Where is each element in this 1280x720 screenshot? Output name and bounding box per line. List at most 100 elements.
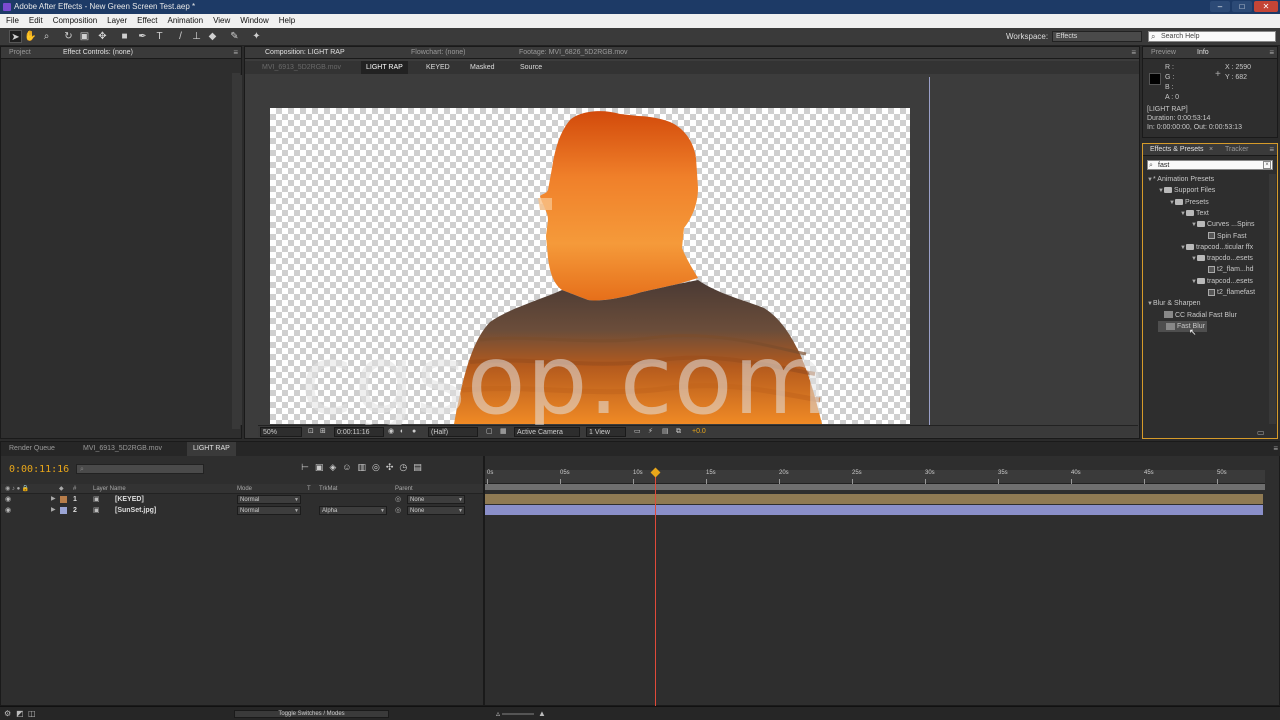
frame-blending-icon[interactable]: ▥ [357,462,366,473]
tab-composition[interactable]: Composition: LIGHT RAP [261,47,349,59]
tab-effects-presets[interactable]: Effects & Presets [1146,144,1208,156]
time-ruler[interactable]: 0s 05s 10s 15s 20s 25s 30s 35s 40s 45s 50s [485,470,1265,484]
menu-help[interactable]: Help [279,14,295,28]
flow-tab-light-rap[interactable]: LIGHT RAP [361,61,408,74]
shy-icon[interactable]: ☺ [342,462,351,473]
tab-render-queue[interactable]: Render Queue [3,442,61,456]
layer-mode-select[interactable]: Normal [237,506,301,515]
zoom-slider[interactable] [502,713,534,715]
eraser-tool-icon[interactable]: ◆ [206,30,219,43]
menu-composition[interactable]: Composition [53,14,97,28]
tab-project[interactable]: Project [5,47,35,59]
timeline-search-input[interactable]: ⌕ [76,464,204,474]
effects-tree-item[interactable]: ▼ trapcod...esets [1191,276,1253,287]
col-layer-name[interactable]: Layer Name [93,484,126,494]
grid-icon[interactable]: ⊞ [320,426,326,438]
layer-row-2[interactable]: ◉ ▶ 2 ▣ [SunSet.jpg] Normal Alpha ◎ None [1,505,483,516]
brainstorm-icon[interactable]: ✣ [386,462,394,473]
layer-1-duration-bar[interactable] [485,494,1263,504]
transparency-grid-icon[interactable]: ▦ [500,426,507,438]
info-panel-menu-icon[interactable]: ≡ [1269,47,1274,59]
effects-panel-menu-icon[interactable]: ≡ [1269,144,1274,156]
label-swatch[interactable] [60,496,67,503]
expand-icon[interactable]: ◩ [16,707,24,720]
draft-3d-icon[interactable]: ◈ [329,462,336,473]
snapshot-icon[interactable]: ◉ [388,426,394,438]
flow-tab-masked[interactable]: Masked [465,61,500,74]
safe-zones-icon[interactable]: ⊡ [308,426,314,438]
menu-layer[interactable]: Layer [107,14,127,28]
pick-whip-icon[interactable]: ◎ [395,505,401,516]
clear-search-icon[interactable]: × [1263,161,1271,169]
motion-blur-icon[interactable]: ◎ [372,462,380,473]
timeline-icon[interactable]: ▤ [662,426,669,438]
layer-name[interactable]: [KEYED] [115,494,144,505]
color-channel-icon[interactable]: ● [412,426,416,438]
close-button[interactable]: ✕ [1254,1,1278,12]
zoom-select[interactable]: 50% [260,427,302,437]
layer-parent-select[interactable]: None [407,495,465,504]
effects-scrollbar[interactable] [1269,174,1276,424]
layer-mode-select[interactable]: Normal [237,495,301,504]
layer-trkmat-select[interactable]: Alpha [319,506,387,515]
effects-tree-item[interactable]: Spin Fast [1202,231,1247,242]
effects-tree-item[interactable]: ▼ Presets [1169,197,1209,208]
effects-search-input[interactable]: ⌕ fast × [1147,160,1273,170]
auto-keyframe-icon[interactable]: ◷ [399,462,407,473]
effects-tree-item[interactable]: Fast Blur [1158,320,1208,332]
expand-triangle-icon[interactable]: ▶ [51,494,56,505]
clone-stamp-tool-icon[interactable]: ⊥ [190,30,203,43]
timeline-timecode[interactable]: 0:00:11:16 [9,464,69,475]
effects-tree-item[interactable]: t2_flamefast [1202,287,1255,298]
graph-editor-icon[interactable]: ▤ [413,462,422,473]
eye-icon[interactable]: ◉ [5,505,11,516]
effects-tree-item[interactable]: ▼ Support Files [1158,185,1215,196]
camera-tool-icon[interactable]: ▣ [78,30,91,43]
rectangle-tool-icon[interactable]: ■ [118,30,131,43]
flow-tab-source[interactable]: Source [515,61,547,74]
menu-animation[interactable]: Animation [167,14,203,28]
toggle-pixel-aspect-icon[interactable]: ▭ [634,426,641,438]
comp-left-scrollbar[interactable] [234,75,242,425]
tab-tracker[interactable]: Tracker [1221,144,1252,156]
panel-menu-icon[interactable]: ≡ [233,47,238,59]
label-swatch[interactable] [60,507,67,514]
tab-effect-controls[interactable]: Effect Controls: (none) [59,47,137,59]
resolution-select[interactable]: (Half) [428,427,478,437]
effects-tree-item[interactable]: ▼ Text [1180,208,1209,219]
tab-footage[interactable]: Footage: MVI_6826_5D2RGB.mov [515,47,632,59]
minimize-button[interactable]: – [1210,1,1230,12]
search-help-input[interactable]: ⌕ Search Help [1148,31,1276,42]
effects-tree-item[interactable]: ▼* Animation Presets [1147,174,1214,185]
tab-light-rap[interactable]: LIGHT RAP [187,442,236,456]
region-of-interest-icon[interactable]: ▢ [486,426,493,438]
viewer-timecode[interactable]: 0:00:11:16 [334,427,384,437]
expand-triangle-icon[interactable]: ▶ [51,505,56,516]
maximize-button[interactable]: □ [1232,1,1252,12]
tab-footage-comp[interactable]: MVI_6913_5D2RGB.mov [77,442,168,456]
comp-mini-flowchart-icon[interactable]: ⊢ [301,462,309,473]
flowchart-icon[interactable]: ⧉ [676,426,681,438]
layer-name[interactable]: [SunSet.jpg] [115,505,156,516]
effects-tree-item[interactable]: ▼ Curves ...Spins [1191,219,1254,230]
close-tab-icon[interactable]: × [1209,144,1213,156]
menu-effect[interactable]: Effect [137,14,157,28]
zoom-out-icon[interactable]: ▵ [496,707,500,720]
flow-tab-keyed[interactable]: KEYED [421,61,455,74]
rotation-tool-icon[interactable]: ↻ [62,30,75,43]
tab-preview[interactable]: Preview [1147,47,1180,59]
effects-tree-item[interactable]: ▼ trapcod...ticular ffx [1180,242,1253,253]
pick-whip-icon[interactable]: ◎ [395,494,401,505]
puppet-tool-icon[interactable]: ✦ [250,30,263,43]
zoom-in-icon[interactable]: ▲ [538,707,546,720]
layer-row-1[interactable]: ◉ ▶ 1 ▣ [KEYED] Normal ◎ None [1,494,483,505]
layer-parent-select[interactable]: None [407,506,465,515]
camera-select[interactable]: Active Camera [514,427,580,437]
collapse-icon[interactable]: ◫ [28,707,36,720]
new-folder-icon[interactable]: ▭ [1257,428,1265,437]
comp-panel-menu-icon[interactable]: ≡ [1131,47,1136,59]
brush-tool-icon[interactable]: / [174,30,187,43]
work-area-bar[interactable] [485,484,1265,490]
render-icon[interactable]: ⚙ [4,707,11,720]
effects-tree-item[interactable]: ▼ trapcdo...esets [1191,253,1253,264]
